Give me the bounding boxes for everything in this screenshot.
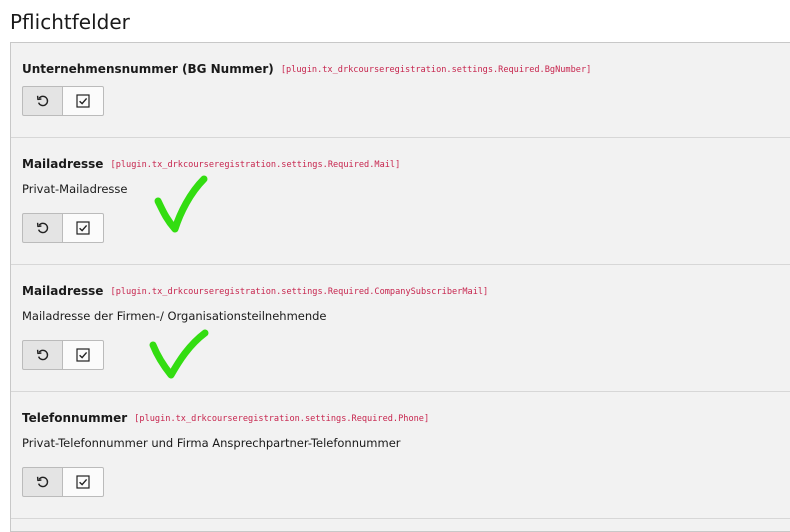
setting-header: Unternehmensnummer (BG Nummer) [plugin.t… [22, 60, 591, 78]
setting-label: Mailadresse [22, 157, 104, 171]
setting-key: [plugin.tx_drkcourseregistration.setting… [110, 160, 401, 170]
setting-header: Mailadresse [plugin.tx_drkcourseregistra… [22, 282, 488, 300]
reset-button[interactable] [22, 467, 63, 497]
required-checkbox[interactable] [63, 86, 104, 116]
setting-controls [22, 340, 104, 370]
setting-label: Unternehmensnummer (BG Nummer) [22, 62, 274, 76]
undo-icon [36, 476, 48, 488]
undo-icon [36, 222, 48, 234]
setting-label: Mailadresse [22, 284, 104, 298]
setting-controls [22, 86, 104, 116]
setting-description: Privat-Telefonnummer und Firma Ansprechp… [22, 436, 401, 450]
checkbox-checked-icon [76, 94, 90, 108]
reset-button[interactable] [22, 340, 63, 370]
setting-header: Telefonnummer [plugin.tx_drkcourseregist… [22, 409, 429, 427]
setting-description: Mailadresse der Firmen-/ Organisationste… [22, 309, 327, 323]
setting-description: Privat-Mailadresse [22, 182, 128, 196]
checkbox-checked-icon [76, 221, 90, 235]
setting-key: [plugin.tx_drkcourseregistration.setting… [110, 287, 489, 297]
setting-header: Mailadresse [plugin.tx_drkcourseregistra… [22, 155, 400, 173]
setting-row-phone: Telefonnummer [plugin.tx_drkcourseregist… [11, 392, 790, 519]
checkbox-checked-icon [76, 475, 90, 489]
setting-label: Telefonnummer [22, 411, 128, 425]
required-checkbox[interactable] [63, 340, 104, 370]
reset-button[interactable] [22, 213, 63, 243]
undo-icon [36, 95, 48, 107]
required-checkbox[interactable] [63, 213, 104, 243]
reset-button[interactable] [22, 86, 63, 116]
setting-row-company-subscriber-mail: Mailadresse [plugin.tx_drkcourseregistra… [11, 265, 790, 392]
setting-controls [22, 467, 104, 497]
setting-row-mail: Mailadresse [plugin.tx_drkcourseregistra… [11, 138, 790, 265]
page-title: Pflichtfelder [10, 10, 130, 34]
undo-icon [36, 349, 48, 361]
settings-list: Unternehmensnummer (BG Nummer) [plugin.t… [10, 42, 790, 532]
checkbox-checked-icon [76, 348, 90, 362]
required-checkbox[interactable] [63, 467, 104, 497]
setting-row-bg-number: Unternehmensnummer (BG Nummer) [plugin.t… [11, 43, 790, 138]
setting-key: [plugin.tx_drkcourseregistration.setting… [280, 65, 592, 75]
setting-controls [22, 213, 104, 243]
setting-key: [plugin.tx_drkcourseregistration.setting… [134, 414, 430, 424]
